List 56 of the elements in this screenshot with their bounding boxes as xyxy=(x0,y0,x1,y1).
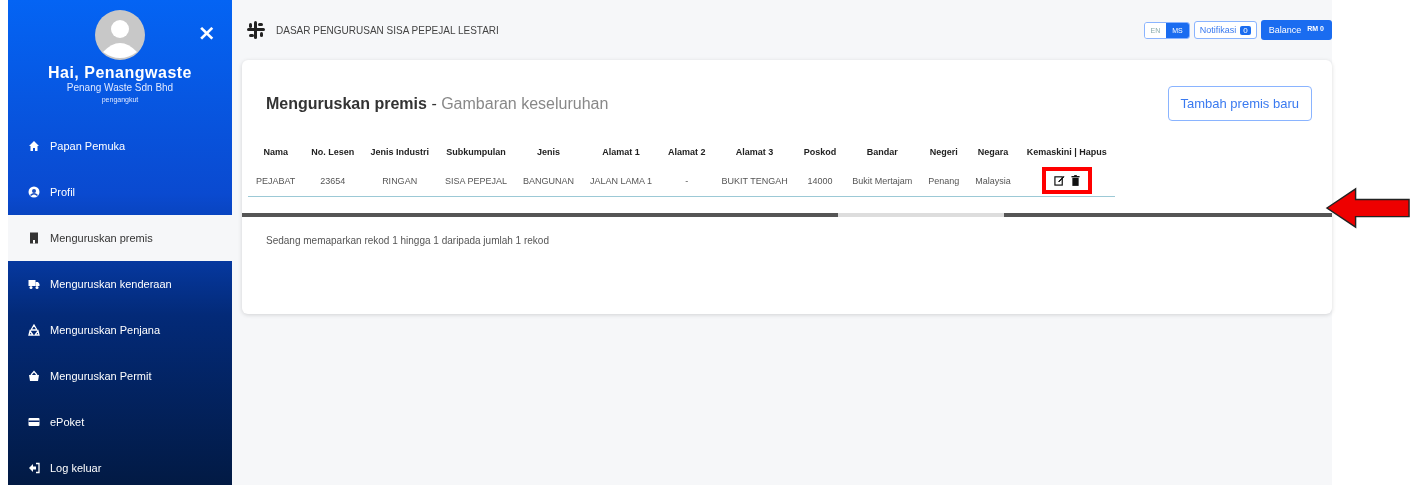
close-button[interactable]: × xyxy=(197,22,216,44)
table-cell: JALAN LAMA 1 xyxy=(581,165,660,197)
table-cell: RINGAN xyxy=(362,165,437,197)
table-cell: Bukit Mertajam xyxy=(844,165,921,197)
recycle-icon xyxy=(28,324,40,336)
sidebar-item[interactable]: Menguruskan Permit xyxy=(8,353,232,399)
table-cell: SISA PEPEJAL xyxy=(436,165,515,197)
sidebar-item[interactable]: Log keluar xyxy=(8,445,232,485)
sidebar-item[interactable]: Profil xyxy=(8,169,232,215)
card-title: Menguruskan premis - Gambaran keseluruhan xyxy=(266,94,609,113)
column-header[interactable]: Subkumpulan xyxy=(436,139,515,165)
arrow-icon xyxy=(1324,187,1412,229)
notification-button[interactable]: Notifikasi 0 xyxy=(1193,21,1257,39)
table-cell: - xyxy=(660,165,714,197)
notification-count: 0 xyxy=(1240,25,1251,35)
sidebar-item[interactable]: Menguruskan premis xyxy=(8,215,232,261)
column-header[interactable]: Poskod xyxy=(795,139,845,165)
logo-icon xyxy=(246,20,266,40)
column-header[interactable]: Negeri xyxy=(920,139,968,165)
sidebar-item[interactable]: Menguruskan Penjana xyxy=(8,307,232,353)
scrollbar[interactable] xyxy=(242,213,1332,217)
table-cell: 14000 xyxy=(795,165,845,197)
table-cell: PEJABAT xyxy=(248,165,304,197)
sidebar-item[interactable]: ePoket xyxy=(8,399,232,445)
home-icon xyxy=(28,140,40,152)
column-header[interactable]: Jenis xyxy=(514,139,582,165)
table-cell: 23654 xyxy=(303,165,363,197)
column-header[interactable]: Kemaskini | Hapus xyxy=(1018,139,1115,165)
avatar-icon xyxy=(95,10,145,60)
sidebar-item[interactable]: Papan Pemuka xyxy=(8,123,232,169)
record-count: Sedang memaparkan rekod 1 hingga 1 daripada jumlah 1 rekod xyxy=(265,234,550,246)
exit-icon xyxy=(28,462,40,474)
truck-icon xyxy=(28,278,40,290)
edit-icon[interactable] xyxy=(1053,175,1065,186)
column-header[interactable]: Bandar xyxy=(844,139,921,165)
sidebar-item[interactable]: Menguruskan kenderaan xyxy=(8,261,232,307)
column-header[interactable]: Jenis Industri xyxy=(362,139,437,165)
column-header[interactable]: Alamat 2 xyxy=(660,139,714,165)
add-premises-button[interactable]: Tambah premis baru xyxy=(1167,86,1312,121)
app-title: DASAR PENGURUSAN SISA PEPEJAL LESTARI xyxy=(276,24,499,36)
column-header[interactable]: No. Lesen xyxy=(303,139,363,165)
basket-icon xyxy=(28,370,40,382)
trash-icon[interactable] xyxy=(1070,175,1080,186)
column-header[interactable]: Nama xyxy=(248,139,304,165)
column-header[interactable]: Alamat 3 xyxy=(713,139,796,165)
table-cell: BUKIT TENGAH xyxy=(713,165,796,197)
column-header[interactable]: Negara xyxy=(967,139,1019,165)
greeting: Hai, Penangwaste xyxy=(47,64,192,82)
card-icon xyxy=(28,416,40,428)
table-cell: BANGUNAN xyxy=(514,165,582,197)
building-icon xyxy=(28,232,40,244)
user-icon xyxy=(28,186,40,198)
company-name: Penang Waste Sdn Bhd xyxy=(66,82,174,93)
column-header[interactable]: Alamat 1 xyxy=(581,139,660,165)
table-cell: Malaysia xyxy=(967,165,1019,197)
table-cell: Penang xyxy=(920,165,968,197)
